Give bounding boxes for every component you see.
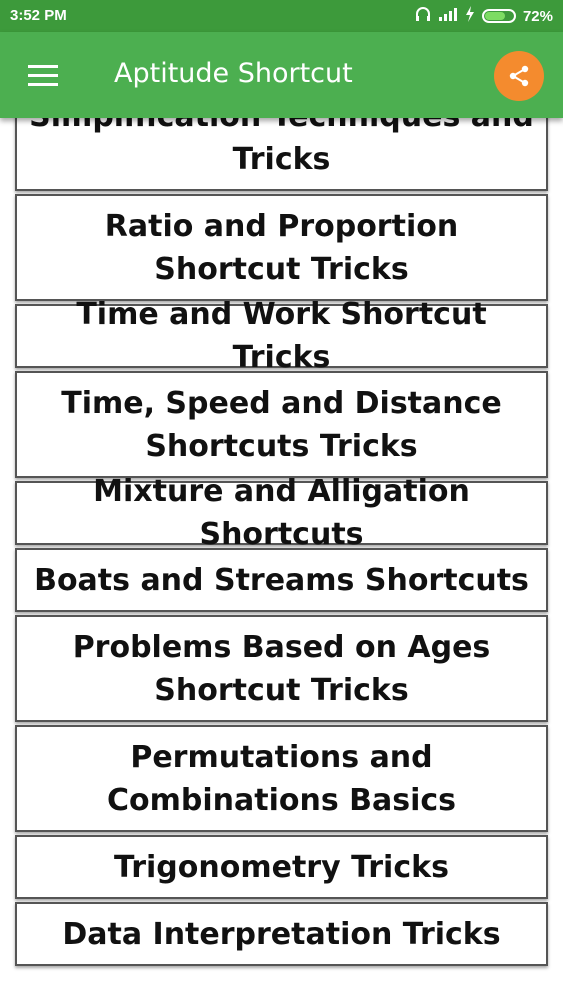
list-item-permutations-combinations[interactable]: Permutations and Combinations Basics — [15, 725, 548, 832]
menu-button[interactable] — [28, 64, 60, 88]
status-icons: 72% — [415, 6, 553, 26]
battery-percent: 72% — [522, 7, 553, 25]
status-time: 3:52 PM — [10, 7, 67, 24]
list-item-time-work[interactable]: Time and Work Shortcut Tricks — [15, 297, 548, 375]
status-bar: 3:52 PM 72% — [0, 0, 563, 32]
charging-icon — [465, 6, 475, 26]
share-button[interactable] — [494, 51, 544, 101]
topic-list-content: Simplification Techniques and Tricks Rat… — [0, 118, 563, 969]
app-title: Aptitude Shortcut — [114, 58, 353, 89]
topic-list[interactable]: Simplification Techniques and Tricks Rat… — [0, 118, 563, 1000]
battery-fill — [484, 12, 505, 20]
signal-icon — [438, 7, 458, 25]
headphones-icon — [415, 6, 431, 26]
list-item-trigonometry[interactable]: Trigonometry Tricks — [15, 835, 548, 899]
app-bar: Aptitude Shortcut — [0, 32, 563, 118]
list-item-mixture-alligation[interactable]: Mixture and Alligation Shortcuts — [15, 474, 548, 552]
list-item-data-interpretation[interactable]: Data Interpretation Tricks — [15, 902, 548, 966]
hamburger-menu-icon — [28, 65, 58, 86]
list-item-boats-streams[interactable]: Boats and Streams Shortcuts — [15, 548, 548, 612]
list-item-simplification[interactable]: Simplification Techniques and Tricks — [15, 118, 548, 191]
share-icon — [509, 65, 529, 87]
battery-icon — [481, 9, 516, 23]
list-item-time-speed-distance[interactable]: Time, Speed and Distance Shortcuts Trick… — [15, 371, 548, 478]
list-item-problems-ages[interactable]: Problems Based on Ages Shortcut Tricks — [15, 615, 548, 722]
list-item-ratio-proportion[interactable]: Ratio and Proportion Shortcut Tricks — [15, 194, 548, 301]
